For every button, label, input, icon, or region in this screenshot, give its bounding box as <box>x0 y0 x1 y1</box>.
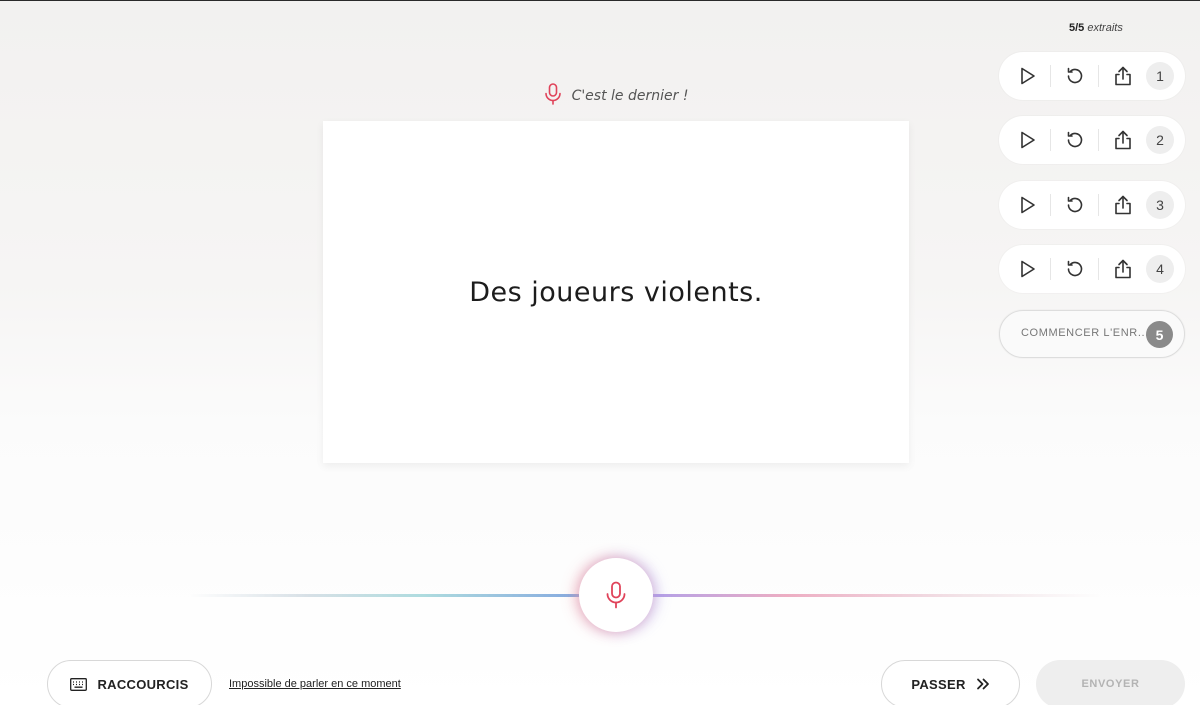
progress-indicator: 5/5 extraits <box>1069 22 1123 34</box>
start-recording-button[interactable]: COMMENCER L'ENR... 5 <box>999 310 1185 358</box>
send-button[interactable]: ENVOYER <box>1036 660 1185 705</box>
undo-icon <box>1067 196 1083 213</box>
shortcuts-label: RACCOURCIS <box>97 676 189 692</box>
play-icon <box>1021 131 1035 149</box>
cannot-speak-link[interactable]: Impossible de parler en ce moment <box>229 678 401 690</box>
recording-number: 3 <box>1146 191 1174 219</box>
undo-icon <box>1067 67 1083 84</box>
play-icon <box>1021 67 1035 85</box>
progress-count: 5/5 <box>1069 22 1085 34</box>
shortcuts-button[interactable]: RACCOURCIS <box>47 660 212 705</box>
skip-button[interactable]: PASSER <box>881 660 1020 705</box>
rerecord-button[interactable] <box>1051 181 1099 229</box>
send-label: ENVOYER <box>1081 678 1140 690</box>
share-icon <box>1115 195 1131 215</box>
share-button[interactable] <box>1099 181 1147 229</box>
play-button[interactable] <box>1003 52 1051 100</box>
start-recording-label: COMMENCER L'ENR... <box>1021 327 1149 339</box>
sentence-card: Des joueurs violents. <box>323 121 909 463</box>
rerecord-button[interactable] <box>1051 116 1099 164</box>
microphone-icon <box>544 83 562 109</box>
play-button[interactable] <box>1003 116 1051 164</box>
rerecord-button[interactable] <box>1051 52 1099 100</box>
play-button[interactable] <box>1003 245 1051 293</box>
keyboard-icon <box>70 677 88 691</box>
prompt-text: C'est le dernier ! <box>571 88 689 104</box>
recording-row-3: 3 <box>999 181 1185 229</box>
progress-unit: extraits <box>1087 22 1123 34</box>
play-button[interactable] <box>1003 181 1051 229</box>
share-icon <box>1115 130 1131 150</box>
record-button[interactable] <box>579 558 653 632</box>
undo-icon <box>1067 260 1083 277</box>
undo-icon <box>1067 131 1083 148</box>
share-button[interactable] <box>1099 52 1147 100</box>
double-chevron-right-icon <box>976 678 989 690</box>
share-icon <box>1115 259 1131 279</box>
recording-row-1: 1 <box>999 52 1185 100</box>
play-icon <box>1021 196 1035 214</box>
share-button[interactable] <box>1099 245 1147 293</box>
recording-number: 2 <box>1146 126 1174 154</box>
sentence-text: Des joueurs violents. <box>469 277 763 308</box>
share-icon <box>1115 66 1131 86</box>
share-button[interactable] <box>1099 116 1147 164</box>
recording-number: 5 <box>1146 321 1173 348</box>
play-icon <box>1021 260 1035 278</box>
recording-row-4: 4 <box>999 245 1185 293</box>
recording-row-2: 2 <box>999 116 1185 164</box>
rerecord-button[interactable] <box>1051 245 1099 293</box>
skip-label: PASSER <box>911 676 966 692</box>
microphone-icon <box>606 581 626 609</box>
recording-number: 1 <box>1146 62 1174 90</box>
recording-number: 4 <box>1146 255 1174 283</box>
waveform-right <box>652 594 1100 597</box>
waveform-left <box>190 594 580 597</box>
